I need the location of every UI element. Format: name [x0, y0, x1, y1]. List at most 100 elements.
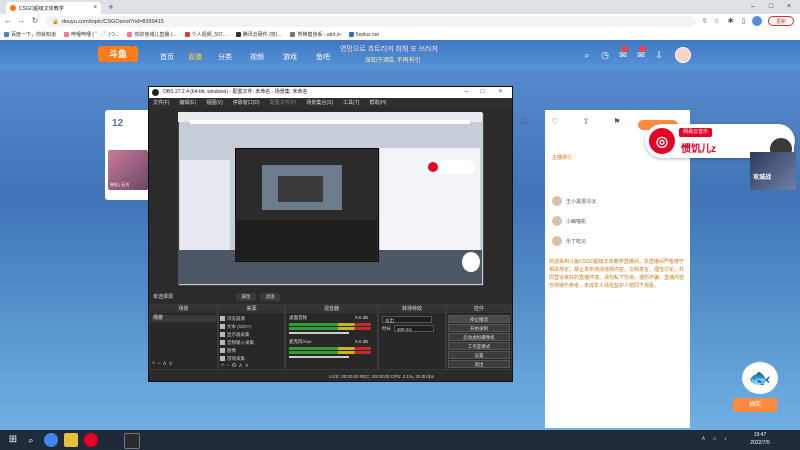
windows-start-icon[interactable]: ⊞	[6, 433, 20, 447]
reload-icon[interactable]: ↻	[30, 16, 40, 26]
nav-yuba[interactable]: 鱼吧	[316, 52, 330, 62]
sidebar-icon[interactable]: ▯	[739, 17, 748, 26]
bookmark-item[interactable]: 百度一下，你就知道	[4, 31, 56, 38]
address-bar[interactable]: 🔒 douyu.com/topic/CSGOsnot?rid=8399415	[46, 16, 696, 27]
rank-item[interactable]: 王小黑很冷淡	[552, 194, 596, 208]
menu-docks[interactable]: 停靠窗口(D)	[233, 98, 260, 108]
new-tab-button[interactable]: +	[106, 2, 116, 12]
nav-live[interactable]: 直播	[188, 52, 202, 62]
rank-avatar	[552, 216, 562, 226]
duration-input[interactable]: 300 ms	[394, 325, 434, 332]
obs-minimize-icon[interactable]: –	[460, 87, 473, 98]
share-room-icon[interactable]: ⇧	[580, 116, 592, 128]
search-taskbar-icon[interactable]: ⌕	[24, 433, 38, 447]
audio-level-meter	[289, 327, 371, 330]
download-icon[interactable]: ⇩	[652, 48, 666, 62]
bookmark-star-icon[interactable]: ☆	[712, 17, 721, 26]
browser-tab[interactable]: CSGO超级文体教学 ×	[6, 2, 101, 14]
bookmark-item[interactable]: 脊椎健身系 - abrt.io	[290, 31, 341, 38]
source-item[interactable]: 图像	[220, 347, 282, 354]
room-icon[interactable]: ☖	[518, 116, 530, 128]
chat-notice: 欢迎来到斗鱼CSGO超级文体教学直播间，本直播间严格遵守相关规定，禁止发布违法违…	[549, 259, 685, 289]
close-tab-icon[interactable]: ×	[93, 5, 97, 11]
source-type-icon	[220, 340, 225, 345]
preview-mascot	[462, 252, 480, 272]
volume-slider[interactable]	[289, 332, 349, 334]
obs-source-toolbar: 未选择源	[149, 292, 512, 302]
network-icon[interactable]: ⌂	[711, 436, 718, 443]
sources-dock-title: 来源	[219, 305, 284, 313]
now-playing-song: 惯饥儿z	[681, 144, 716, 155]
nav-category[interactable]: 分类	[218, 52, 232, 62]
source-item[interactable]: 显示器采集	[220, 331, 282, 338]
menu-help[interactable]: 帮助(H)	[369, 98, 386, 108]
fish-mascot-icon[interactable]: 🐟	[742, 362, 778, 394]
obs-taskbar-icon[interactable]	[124, 433, 140, 449]
bookmark-item[interactable]: 5eplus.net	[348, 32, 379, 38]
bookmark-item[interactable]: 腾讯云硬件 (攻)…	[235, 31, 282, 38]
minimize-icon[interactable]: –	[746, 1, 760, 12]
close-window-icon[interactable]: ×	[782, 1, 796, 12]
source-item[interactable]: 游戏采集	[220, 355, 282, 362]
properties-button[interactable]: 属性	[236, 293, 256, 301]
extensions-icon[interactable]: ✱	[726, 17, 735, 26]
steam-taskbar-icon[interactable]	[104, 433, 118, 447]
update-button[interactable]: 更新	[768, 16, 794, 26]
file-explorer-icon[interactable]	[64, 433, 78, 447]
preview-address-bar	[190, 120, 470, 124]
bookmark-item[interactable]: 你的宫城儿直播 (...	[127, 31, 177, 38]
scene-list-item[interactable]: 场景	[151, 315, 217, 322]
mixer-channel-db: 0.0 dB	[355, 315, 369, 320]
start-recording-button[interactable]: 开始录制	[448, 324, 510, 332]
clock-date: 2022/7/5	[750, 440, 770, 446]
profile-avatar[interactable]	[752, 16, 762, 26]
search-icon[interactable]: ⌕	[580, 48, 594, 62]
source-item[interactable]: 浏览器源	[220, 315, 282, 322]
bookmark-icon	[4, 32, 9, 37]
nav-game[interactable]: 游戏	[283, 52, 297, 62]
netease-taskbar-icon[interactable]	[84, 433, 98, 447]
obs-close-icon[interactable]: ×	[494, 87, 507, 98]
maximize-icon[interactable]: □	[764, 1, 778, 12]
transitions-dock-title: 转场特效	[379, 305, 445, 313]
stop-streaming-button[interactable]: 停止推流	[448, 315, 510, 323]
user-avatar[interactable]	[675, 47, 691, 63]
chrome-taskbar-icon[interactable]	[44, 433, 58, 447]
menu-file[interactable]: 文件(F)	[153, 98, 169, 108]
menu-scene-collection[interactable]: 场景集合(S)	[306, 98, 333, 108]
settings-button[interactable]: 设置	[448, 351, 510, 359]
history-icon[interactable]: ◷	[598, 48, 612, 62]
source-item[interactable]: 文本 (GDI+)	[220, 323, 282, 330]
rank-item[interactable]: 小幽喵机	[552, 214, 586, 228]
filters-button[interactable]: 滤镜	[260, 293, 280, 301]
bonus-button[interactable]: 抽奖	[733, 398, 777, 412]
studio-mode-button[interactable]: 工作室模式	[448, 342, 510, 350]
nav-video[interactable]: 视频	[250, 52, 264, 62]
source-item[interactable]: 音频输入采集	[220, 339, 282, 346]
clock-time: 19:47	[753, 432, 767, 438]
rank-item[interactable]: 乐了吃瓜	[552, 234, 586, 248]
volume-slider[interactable]	[289, 356, 349, 358]
bookmark-item[interactable]: 个人视频_597…	[184, 31, 228, 38]
menu-view[interactable]: 视图(V)	[206, 98, 223, 108]
volume-icon[interactable]: ♪	[722, 436, 729, 443]
bookmark-item[interactable]: 哔哩哔哩 ( ゜- ゜)つ...	[64, 31, 119, 38]
share-icon[interactable]: ⇪	[700, 17, 709, 26]
back-icon[interactable]: ←	[3, 16, 13, 26]
fans-icon[interactable]: ♡	[549, 116, 561, 128]
exit-button[interactable]: 退出	[448, 360, 510, 368]
report-icon[interactable]: ⚑	[611, 116, 623, 128]
virtual-camera-button[interactable]: 启动虚拟摄像机	[448, 333, 510, 341]
douyu-logo[interactable]: 斗鱼	[98, 46, 138, 62]
transition-select[interactable]: 淡出	[382, 316, 432, 323]
menu-profile[interactable]: 配置文件(P)	[270, 98, 297, 108]
menu-tools[interactable]: 工具(T)	[343, 98, 359, 108]
obs-maximize-icon[interactable]: □	[476, 87, 489, 98]
nav-home[interactable]: 首页	[160, 52, 174, 62]
menu-edit[interactable]: 编辑(E)	[179, 98, 196, 108]
taskbar-clock[interactable]: 19:47 2022/7/5	[735, 431, 785, 447]
forward-icon[interactable]: →	[16, 16, 26, 26]
tray-chevron-icon[interactable]: ∧	[700, 436, 707, 443]
browser-tab-strip	[0, 0, 800, 14]
game-ad-banner[interactable]	[750, 152, 796, 190]
